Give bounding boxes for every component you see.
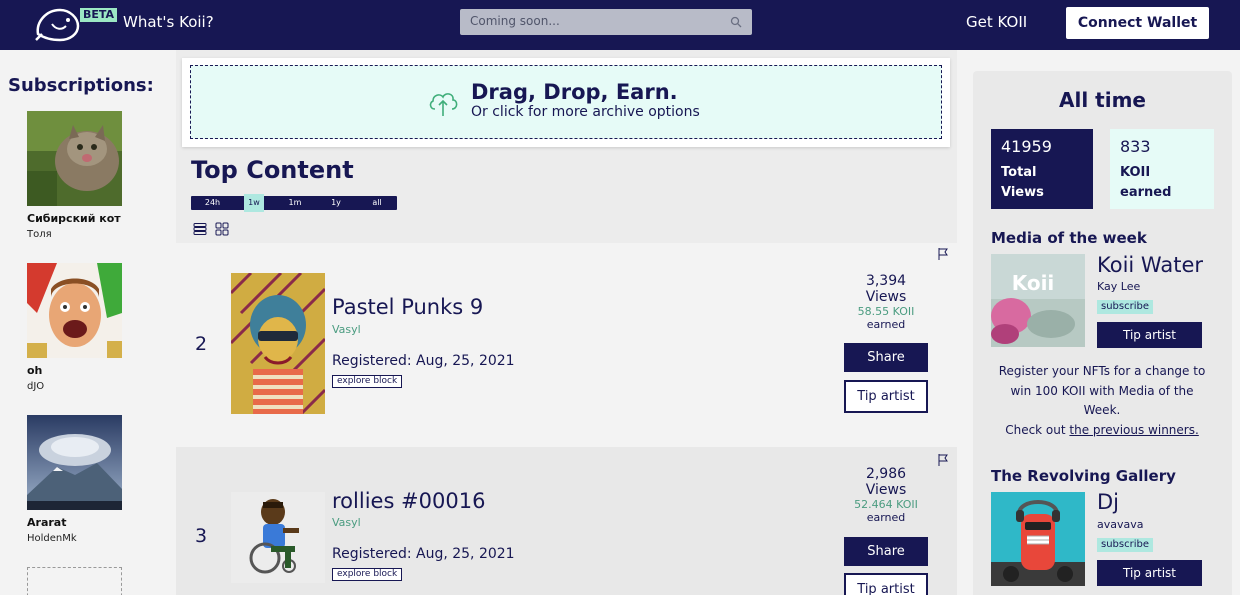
total-views-label: Total Views bbox=[1001, 165, 1044, 200]
content-stats: 3,394 Views 58.55 KOII earned bbox=[836, 273, 936, 331]
subscription-item[interactable]: Ararat HoldenMk bbox=[27, 415, 157, 544]
get-koii-link[interactable]: Get KOII bbox=[966, 13, 1027, 31]
views-label: Views bbox=[865, 482, 907, 498]
content-row[interactable]: 2 Pastel Punks 9 Vasyl Registered: Aug, … bbox=[176, 243, 957, 447]
period-1y[interactable]: 1y bbox=[323, 196, 349, 210]
share-button[interactable]: Share bbox=[844, 537, 928, 566]
upload-subtitle: Or click for more archive options bbox=[471, 104, 700, 120]
content-rank: 3 bbox=[195, 525, 208, 547]
views-label: Views bbox=[865, 289, 907, 305]
period-1m[interactable]: 1m bbox=[279, 196, 311, 210]
media-of-week-artist[interactable]: Kay Lee bbox=[1097, 280, 1140, 293]
list-view-icon[interactable] bbox=[193, 222, 207, 236]
content-registered-date: Registered: Aug, 25, 2021 bbox=[332, 546, 515, 562]
tip-artist-button[interactable]: Tip artist bbox=[844, 573, 928, 595]
koii-label-line2: earned bbox=[1120, 185, 1172, 200]
content-title[interactable]: Pastel Punks 9 bbox=[332, 295, 483, 319]
koii-logo-icon[interactable] bbox=[32, 4, 84, 42]
earned-label: earned bbox=[866, 511, 906, 524]
nft-thumbnail[interactable] bbox=[231, 273, 325, 414]
subscription-user: dJO bbox=[27, 381, 45, 392]
total-views-card: 41959 Total Views bbox=[991, 129, 1093, 209]
search-box[interactable] bbox=[460, 9, 752, 35]
nft-thumbnail[interactable] bbox=[231, 492, 325, 583]
tip-artist-button[interactable]: Tip artist bbox=[1097, 322, 1202, 348]
tip-artist-button[interactable]: Tip artist bbox=[844, 380, 928, 413]
all-time-title: All time bbox=[1059, 88, 1146, 112]
subscribe-button[interactable]: subscribe bbox=[1097, 300, 1153, 314]
views-count: 3,394 bbox=[865, 273, 907, 289]
period-selector: 24h 1w 1m 1y all bbox=[191, 194, 397, 212]
content-registered-date: Registered: Aug, 25, 2021 bbox=[332, 353, 515, 369]
earned-amount: 58.55 KOII bbox=[857, 305, 915, 318]
upload-title: Drag, Drop, Earn. bbox=[471, 80, 678, 104]
tip-artist-button[interactable]: Tip artist bbox=[1097, 560, 1202, 586]
flag-icon[interactable] bbox=[938, 248, 948, 260]
media-of-week-art-title[interactable]: Koii Water bbox=[1097, 253, 1203, 277]
svg-text:Koii: Koii bbox=[1012, 271, 1055, 295]
share-button[interactable]: Share bbox=[844, 343, 928, 372]
media-of-the-week-title: Media of the week bbox=[991, 229, 1147, 247]
upload-dropzone-inner[interactable]: Drag, Drop, Earn. Or click for more arch… bbox=[190, 65, 942, 139]
koii-earned-card: 833 KOII earned bbox=[1110, 129, 1214, 209]
koii-label-line1: KOII bbox=[1120, 165, 1151, 180]
earned-amount: 52.464 KOII bbox=[854, 498, 918, 511]
explore-block-link[interactable]: explore block bbox=[332, 375, 403, 388]
subscription-item[interactable]: Сибирский кот Толя bbox=[27, 111, 157, 240]
whats-koii-link[interactable]: What's Koii? bbox=[123, 13, 214, 31]
subscription-item[interactable]: oh dJO bbox=[27, 263, 157, 392]
total-views-number: 41959 bbox=[1001, 137, 1052, 156]
subscription-name: Сибирский кот bbox=[27, 212, 121, 225]
content-rank: 2 bbox=[195, 333, 208, 355]
subscription-thumbnail[interactable] bbox=[27, 263, 122, 358]
content-title[interactable]: rollies #00016 bbox=[332, 489, 485, 513]
koii-earned-number: 833 bbox=[1120, 137, 1151, 156]
subscription-name: oh bbox=[27, 364, 43, 377]
earned-label: earned bbox=[866, 318, 906, 331]
revolving-gallery-thumbnail[interactable] bbox=[991, 492, 1085, 586]
top-nav-bar: BETA What's Koii? Get KOII Connect Walle… bbox=[0, 0, 1240, 50]
top-content-title: Top Content bbox=[191, 156, 354, 184]
beta-badge: BETA bbox=[80, 8, 118, 22]
subscription-thumbnail[interactable] bbox=[27, 415, 122, 510]
connect-wallet-button[interactable]: Connect Wallet bbox=[1066, 7, 1209, 39]
previous-winners-link[interactable]: the previous winners. bbox=[1069, 423, 1198, 437]
media-of-week-thumbnail[interactable]: Koii bbox=[991, 254, 1085, 347]
subscription-name: Ararat bbox=[27, 516, 67, 529]
subscriptions-title: Subscriptions: bbox=[8, 75, 154, 96]
upload-dropzone[interactable]: Drag, Drop, Earn. Or click for more arch… bbox=[182, 58, 950, 147]
subscription-user: HoldenMk bbox=[27, 533, 77, 544]
content-artist[interactable]: Vasyl bbox=[332, 323, 361, 336]
revolving-gallery-artist[interactable]: avavava bbox=[1097, 518, 1144, 531]
subscription-user: Толя bbox=[27, 229, 52, 240]
period-1w[interactable]: 1w bbox=[244, 194, 264, 212]
revolving-gallery-title: The Revolving Gallery bbox=[991, 467, 1176, 485]
register-info-text: Register your NFTs for a change to win 1… bbox=[998, 364, 1206, 417]
search-icon[interactable] bbox=[730, 16, 742, 28]
views-count: 2,986 bbox=[865, 466, 907, 482]
content-artist[interactable]: Vasyl bbox=[332, 516, 361, 529]
cloud-upload-icon bbox=[429, 93, 458, 116]
subscription-thumbnail[interactable] bbox=[27, 111, 122, 206]
content-row[interactable]: 3 rollies #00016 Vasyl Registered: Aug, … bbox=[176, 447, 957, 595]
content-stats: 2,986 Views 52.464 KOII earned bbox=[836, 466, 936, 524]
period-all[interactable]: all bbox=[363, 196, 391, 210]
subscription-placeholder[interactable] bbox=[27, 567, 122, 595]
explore-block-link[interactable]: explore block bbox=[332, 568, 403, 581]
revolving-gallery-art-title[interactable]: Dj bbox=[1097, 490, 1119, 514]
koii-earned-label: KOII earned bbox=[1120, 163, 1204, 203]
subscribe-button[interactable]: subscribe bbox=[1097, 538, 1153, 552]
search-input[interactable] bbox=[470, 14, 720, 28]
period-24h[interactable]: 24h bbox=[194, 196, 231, 210]
checkout-text: Check out the previous winners. bbox=[991, 423, 1213, 437]
checkout-label: Check out bbox=[1005, 423, 1066, 437]
grid-view-icon[interactable] bbox=[215, 222, 229, 236]
flag-icon[interactable] bbox=[938, 454, 948, 466]
